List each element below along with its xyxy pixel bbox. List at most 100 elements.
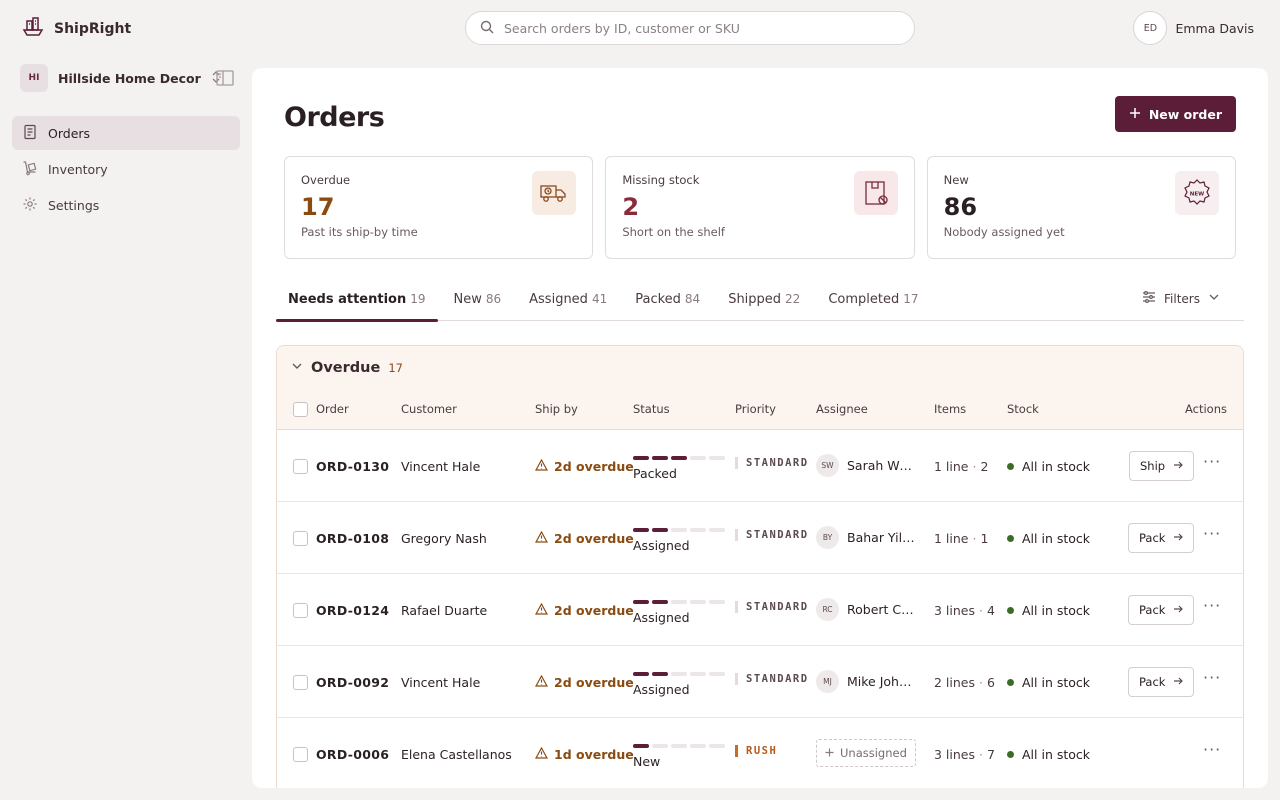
more-options-icon[interactable]: ···	[1203, 740, 1221, 759]
search-bar[interactable]	[465, 11, 915, 45]
status-text: Packed	[633, 466, 677, 481]
tab-packed[interactable]: Packed 84	[623, 280, 712, 321]
group-toggle[interactable]: Overdue 17	[291, 360, 403, 376]
ship-logo-icon	[22, 16, 44, 42]
column-header-customer[interactable]: Customer	[401, 402, 457, 416]
status-cell: Assigned	[633, 528, 725, 553]
column-header-status[interactable]: Status	[633, 402, 670, 416]
line-count: 1 line	[934, 531, 969, 546]
warning-icon	[534, 674, 549, 690]
row-checkbox[interactable]	[293, 747, 308, 762]
ship-by-text: 2d overdue	[554, 675, 634, 690]
progress-segment	[652, 600, 668, 604]
stock-status: All in stock	[1007, 531, 1090, 546]
status-progress	[633, 744, 725, 748]
table-row[interactable]: ORD-0130 Vincent Hale 2d overdue Packed …	[277, 430, 1243, 502]
stock-status: All in stock	[1007, 675, 1090, 690]
more-options-icon[interactable]: ···	[1203, 596, 1221, 615]
table-row[interactable]: ORD-0124 Rafael Duarte 2d overdue Assign…	[277, 574, 1243, 646]
warning-icon	[534, 458, 549, 474]
item-quantity: 4	[986, 603, 995, 618]
summary-cards: Overdue 17 Past its ship-by time Missing…	[284, 156, 1236, 259]
progress-segment	[652, 744, 668, 748]
tab-label: Completed	[828, 292, 900, 307]
tab-new[interactable]: New 86	[442, 280, 514, 321]
progress-segment	[633, 528, 649, 532]
summary-card-overdue[interactable]: Overdue 17 Past its ship-by time	[284, 156, 594, 259]
order-id[interactable]: ORD-0130	[316, 459, 389, 474]
column-header-ship-by[interactable]: Ship by	[535, 402, 578, 416]
column-header-stock[interactable]: Stock	[1007, 402, 1039, 416]
progress-segment	[633, 744, 649, 748]
assignee[interactable]: BY Bahar Yilmaz	[816, 526, 915, 549]
assignee-name: Mike Johnson	[847, 674, 915, 689]
customer-name: Elena Castellanos	[401, 747, 512, 762]
sidebar-item-inventory[interactable]: Inventory	[12, 152, 240, 186]
assignee[interactable]: RC Robert Chen	[816, 598, 915, 621]
column-header-priority[interactable]: Priority	[735, 402, 776, 416]
assignee-name: Robert Chen	[847, 602, 915, 617]
action-label: Ship	[1140, 459, 1166, 473]
row-checkbox[interactable]	[293, 459, 308, 474]
status-tabs: Needs attention 19 New 86 Assigned 41 Packe…	[276, 280, 1244, 322]
progress-segment	[709, 528, 725, 532]
row-action-button[interactable]: Ship	[1129, 451, 1195, 481]
user-menu[interactable]: ED Emma Davis	[1133, 11, 1254, 45]
stock-text: All in stock	[1022, 747, 1091, 762]
assign-button[interactable]: Unassigned	[816, 739, 916, 767]
tab-assigned[interactable]: Assigned 41	[517, 280, 619, 321]
order-id[interactable]: ORD-0124	[316, 603, 389, 618]
sidebar-nav: Orders Inventory Settings	[12, 116, 240, 224]
column-header-items[interactable]: Items	[934, 402, 966, 416]
sidebar-item-settings[interactable]: Settings	[12, 188, 240, 222]
line-count: 1 line	[934, 459, 969, 474]
row-action-button[interactable]: Pack	[1128, 595, 1195, 625]
row-checkbox[interactable]	[293, 675, 308, 690]
filters-button[interactable]: Filters	[1142, 290, 1244, 307]
column-header-order[interactable]: Order	[316, 402, 349, 416]
status-progress	[633, 456, 725, 460]
select-all-checkbox[interactable]	[293, 402, 308, 417]
sidebar-item-label: Settings	[48, 197, 100, 213]
row-checkbox[interactable]	[293, 603, 308, 618]
search-input[interactable]	[504, 20, 884, 36]
row-action-button[interactable]: Pack	[1128, 523, 1195, 553]
assignee[interactable]: SW Sarah Williams	[816, 454, 915, 477]
workspace-switcher[interactable]: HI Hillside Home Decor	[20, 64, 240, 92]
progress-segment	[652, 672, 668, 676]
more-options-icon[interactable]: ···	[1203, 668, 1221, 687]
order-id[interactable]: ORD-0006	[316, 747, 389, 762]
brand[interactable]: ShipRight	[22, 16, 131, 42]
column-header-assignee[interactable]: Assignee	[816, 402, 868, 416]
new-order-button[interactable]: New order	[1114, 96, 1236, 132]
table-row[interactable]: ORD-0092 Vincent Hale 2d overdue Assigne…	[277, 646, 1243, 718]
order-id[interactable]: ORD-0092	[316, 675, 389, 690]
progress-segment	[709, 600, 725, 604]
tab-shipped[interactable]: Shipped 22	[716, 280, 812, 321]
tab-needs-attention[interactable]: Needs attention 19	[276, 280, 438, 322]
tab-completed[interactable]: Completed 17	[816, 280, 930, 321]
summary-card-missing-stock[interactable]: Missing stock 2 Short on the shelf	[605, 156, 915, 259]
sidebar-item-orders[interactable]: Orders	[12, 116, 240, 150]
order-id[interactable]: ORD-0108	[316, 531, 389, 546]
row-action-button[interactable]: Pack	[1128, 667, 1195, 697]
assignee[interactable]: Unassigned	[816, 739, 916, 767]
chevron-down-icon	[1208, 291, 1220, 306]
items-summary: 3 lines · 4	[934, 603, 995, 618]
summary-card-new[interactable]: New 86 Nobody assigned yet NEW	[926, 156, 1236, 259]
user-avatar: ED	[1133, 11, 1168, 45]
warning-icon	[534, 530, 549, 546]
more-options-icon[interactable]: ···	[1203, 452, 1221, 471]
arrow-right-icon	[1173, 603, 1184, 617]
app-name: ShipRight	[54, 21, 132, 37]
more-options-icon[interactable]: ···	[1203, 524, 1221, 543]
table-row[interactable]: ORD-0006 Elena Castellanos 1d overdue Ne…	[277, 718, 1243, 788]
row-checkbox[interactable]	[293, 531, 308, 546]
sidebar-toggle-icon[interactable]	[216, 70, 234, 90]
table-row[interactable]: ORD-0108 Gregory Nash 2d overdue Assigne…	[277, 502, 1243, 574]
row-action: Ship	[1129, 451, 1195, 481]
workspace-badge: HI	[20, 64, 48, 92]
new-badge-icon: NEW	[1174, 171, 1219, 215]
assignee[interactable]: MJ Mike Johnson	[816, 670, 915, 693]
group-title: Overdue	[311, 360, 381, 376]
